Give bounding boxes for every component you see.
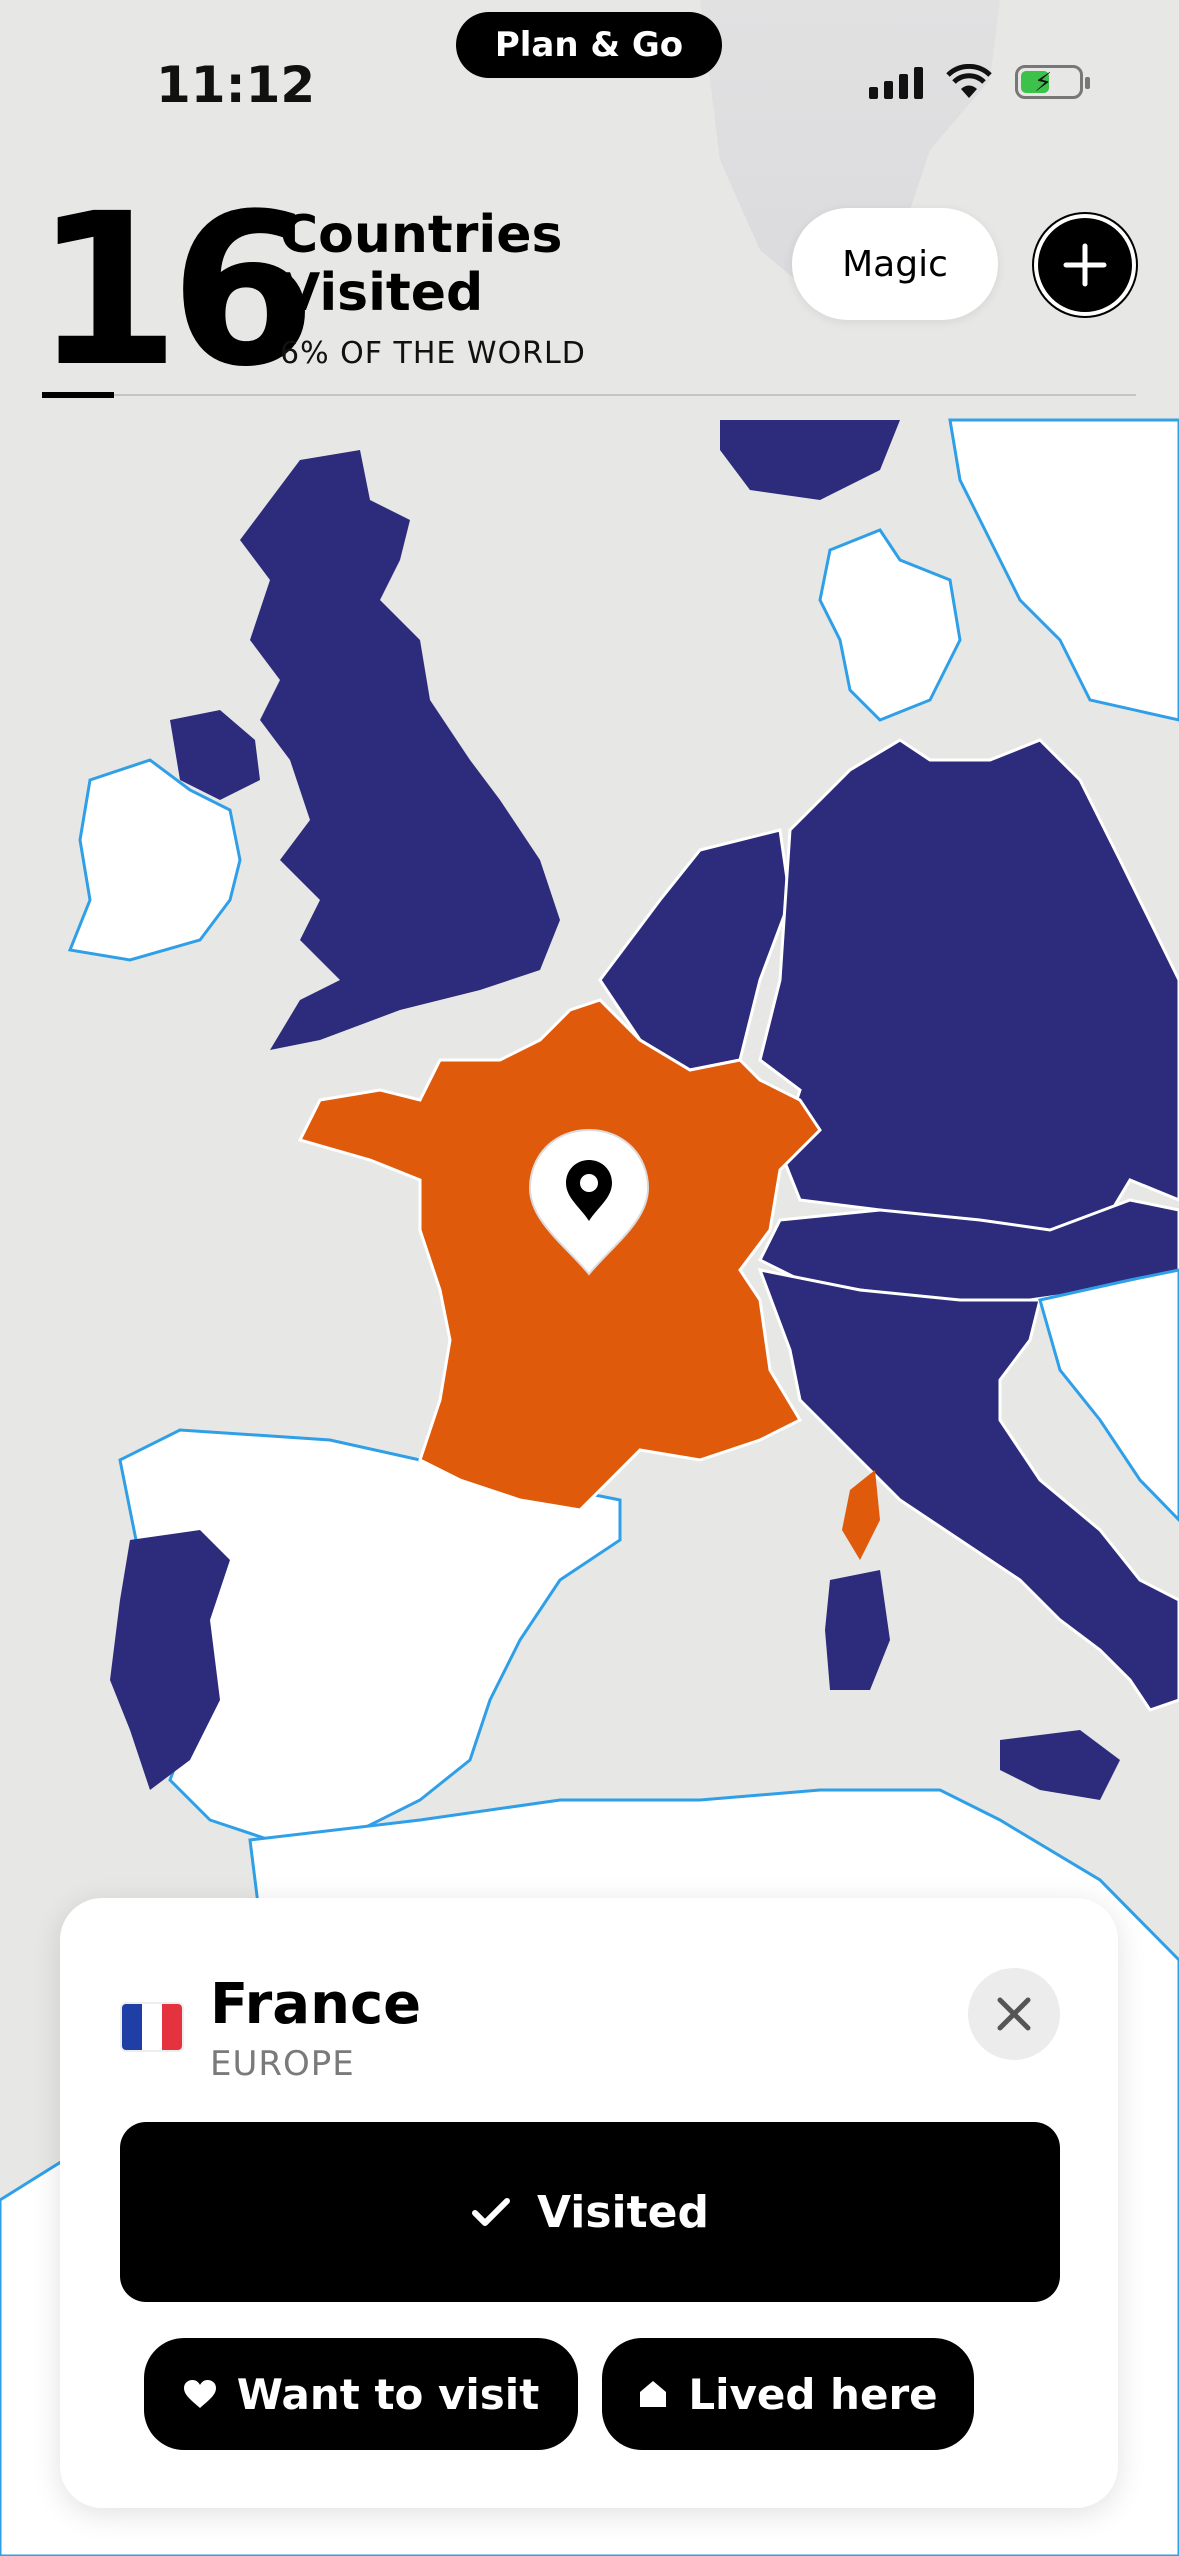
france-flag-icon <box>122 2004 182 2050</box>
close-icon <box>997 1997 1031 2031</box>
plan-and-go-pill[interactable]: Plan & Go <box>456 12 722 78</box>
world-percentage: 6% OF THE WORLD <box>280 336 586 371</box>
battery-icon: ⚡ <box>1015 65 1090 99</box>
visited-label: Visited <box>536 2186 709 2238</box>
home-icon <box>640 2381 667 2407</box>
want-to-visit-button[interactable]: Want to visit <box>144 2338 578 2450</box>
plus-icon <box>1063 243 1107 287</box>
lived-here-label: Lived here <box>688 2369 938 2419</box>
status-icons: ⚡ <box>869 64 1090 100</box>
country-card: France EUROPE Visited Want to visit Live… <box>60 1898 1118 2508</box>
countries-visited-label: Countries Visited <box>280 206 562 322</box>
wifi-icon <box>946 64 992 98</box>
location-pin-icon[interactable] <box>526 1126 652 1276</box>
continent-name: EUROPE <box>210 2044 355 2084</box>
cellular-signal-icon <box>869 65 923 99</box>
add-button[interactable] <box>1034 214 1136 316</box>
magic-button[interactable]: Magic <box>792 208 998 320</box>
want-to-visit-label: Want to visit <box>236 2369 540 2419</box>
label-line1: Countries <box>280 205 563 265</box>
visited-button[interactable]: Visited <box>120 2122 1060 2302</box>
status-time: 11:12 <box>156 56 316 114</box>
close-button[interactable] <box>968 1968 1060 2060</box>
header-divider-active <box>42 392 114 398</box>
check-icon <box>471 2198 510 2226</box>
lived-here-button[interactable]: Lived here <box>602 2338 974 2450</box>
label-line2: Visited <box>280 263 484 323</box>
heart-icon <box>183 2380 216 2408</box>
countries-count: 16 <box>34 168 316 413</box>
header-divider <box>42 394 1136 396</box>
country-name: France <box>210 1972 422 2037</box>
